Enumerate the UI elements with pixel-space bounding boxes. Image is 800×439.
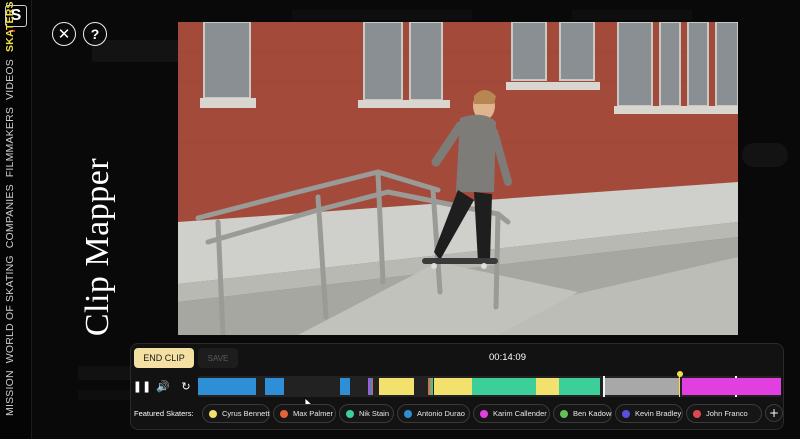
playhead[interactable] bbox=[679, 376, 680, 397]
timeline-segment[interactable] bbox=[603, 378, 679, 395]
skater-name: Ben Kadow bbox=[573, 409, 612, 418]
replay-button[interactable]: ↻ bbox=[179, 379, 193, 393]
help-button[interactable]: ? bbox=[83, 22, 107, 46]
skater-color-dot bbox=[209, 409, 217, 418]
timeline-segment[interactable] bbox=[379, 378, 414, 395]
skater-chip[interactable]: Cyrus Bennett bbox=[202, 404, 270, 423]
nav-item-world-of-skating[interactable]: WORLD OF SKATING bbox=[4, 255, 16, 363]
skater-name: Karim Callender bbox=[493, 409, 547, 418]
timeline-segment[interactable] bbox=[559, 378, 600, 395]
page-title: Clip Mapper bbox=[79, 157, 116, 337]
clip-timeline[interactable] bbox=[198, 371, 781, 397]
timeline-segment[interactable] bbox=[198, 378, 256, 395]
close-button[interactable]: ✕ bbox=[52, 22, 76, 46]
left-sidebar: S MISSION WORLD OF SKATING COMPANIES FILMMA… bbox=[0, 0, 32, 439]
timeline-segment[interactable] bbox=[340, 378, 350, 395]
save-button[interactable]: SAVE bbox=[198, 348, 238, 368]
skater-color-dot bbox=[280, 409, 288, 418]
close-icon: ✕ bbox=[57, 25, 71, 43]
replay-icon: ↻ bbox=[181, 379, 191, 393]
video-frame bbox=[178, 22, 738, 335]
timeline-segment[interactable] bbox=[472, 378, 536, 395]
video-player[interactable] bbox=[178, 22, 738, 335]
plus-icon: + bbox=[768, 406, 780, 420]
help-icon: ? bbox=[90, 26, 100, 42]
skater-color-dot bbox=[404, 409, 412, 418]
add-skater-button[interactable]: + bbox=[765, 404, 783, 422]
skater-color-dot bbox=[693, 409, 701, 418]
skater-name: John Franco bbox=[706, 409, 748, 418]
vertical-nav: MISSION WORLD OF SKATING COMPANIES FILMMAKE… bbox=[4, 1, 16, 416]
timecode: 00:14:09 bbox=[489, 352, 526, 363]
pause-icon: ❚❚ bbox=[132, 379, 152, 393]
skater-name: Nik Stain bbox=[359, 409, 390, 418]
nav-item-skaters[interactable]: SKATERS bbox=[4, 1, 16, 52]
skater-chip[interactable]: Nik Stain bbox=[339, 404, 394, 423]
skater-chip[interactable]: Kevin Bradley bbox=[615, 404, 683, 423]
timeline-segment[interactable] bbox=[434, 378, 472, 395]
skater-name: Cyrus Bennett bbox=[222, 409, 270, 418]
clip-start-marker[interactable] bbox=[603, 376, 605, 397]
featured-skaters-label: Featured Skaters: bbox=[134, 409, 194, 418]
playhead-handle[interactable] bbox=[676, 371, 683, 377]
skater-chip[interactable]: John Franco bbox=[686, 404, 762, 423]
timeline-segment[interactable] bbox=[536, 378, 559, 395]
timeline-segment[interactable] bbox=[682, 378, 781, 395]
skater-name: Antonio Durao bbox=[417, 409, 465, 418]
skater-name: Max Palmer bbox=[293, 409, 334, 418]
skater-color-dot bbox=[622, 409, 630, 418]
nav-item-companies[interactable]: COMPANIES bbox=[4, 184, 16, 248]
nav-item-videos[interactable]: VIDEOS bbox=[4, 59, 16, 100]
nav-item-filmmakers[interactable]: FILMMAKERS bbox=[4, 107, 16, 177]
volume-button[interactable]: 🔊 bbox=[156, 379, 170, 393]
volume-icon: 🔊 bbox=[156, 379, 170, 393]
nav-item-mission[interactable]: MISSION bbox=[4, 370, 16, 416]
timeline-segment[interactable] bbox=[368, 378, 373, 395]
skater-chip[interactable]: Max Palmer bbox=[273, 404, 336, 423]
skater-chip[interactable]: Antonio Durao bbox=[397, 404, 470, 423]
skater-color-dot bbox=[480, 409, 488, 418]
skater-color-dot bbox=[346, 409, 354, 418]
timeline-segment[interactable] bbox=[265, 378, 284, 395]
pause-button[interactable]: ❚❚ bbox=[132, 379, 152, 393]
skater-color-dot bbox=[560, 409, 568, 418]
timeline-segment[interactable] bbox=[428, 378, 433, 395]
end-clip-button[interactable]: END CLIP bbox=[134, 348, 194, 368]
skater-name: Kevin Bradley bbox=[635, 409, 682, 418]
skater-chip[interactable]: Ben Kadow bbox=[553, 404, 612, 423]
skater-chip[interactable]: Karim Callender bbox=[473, 404, 550, 423]
